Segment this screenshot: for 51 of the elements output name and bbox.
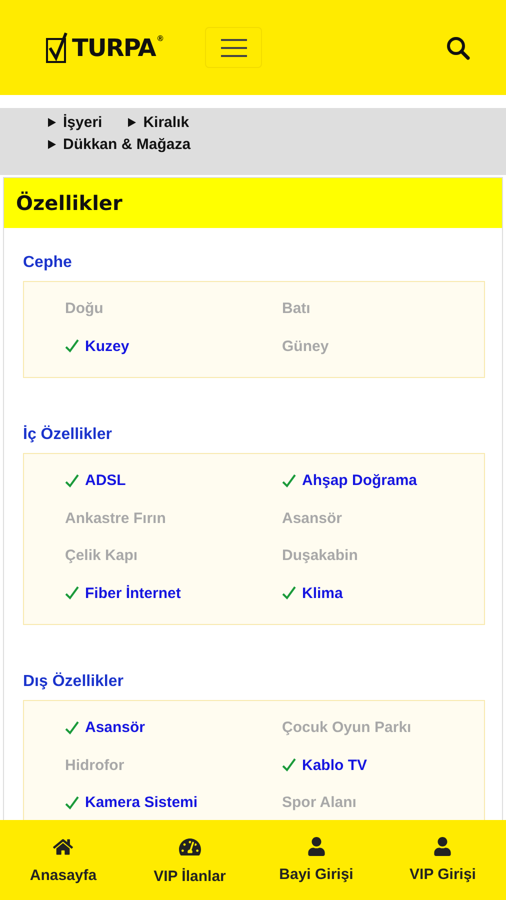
feature-item: Çocuk Oyun Parkı	[282, 718, 412, 738]
feature-item: Asansör	[65, 709, 282, 746]
breadcrumb-link[interactable]: Dükkan & Mağaza	[48, 136, 191, 153]
feature-item: Doğu	[65, 299, 104, 320]
nav-item[interactable]: Anasayfa	[0, 820, 126, 900]
feature-item: Asansör	[282, 508, 344, 529]
menu-button[interactable]	[205, 27, 262, 68]
check-icon	[65, 586, 79, 600]
nav-item[interactable]: VIP İlanlar	[126, 820, 253, 900]
section-title: Cephe	[23, 254, 73, 272]
menu-icon	[220, 38, 247, 58]
feature-item: Hidrofor	[65, 756, 126, 776]
logo-text: TURPA	[72, 34, 156, 62]
search-button[interactable]	[446, 36, 470, 60]
feature-item: Çelik Kapı	[65, 546, 139, 566]
home-icon	[53, 836, 74, 856]
checkbox-logo-icon	[46, 32, 70, 64]
feature-item: Duşakabin	[282, 546, 359, 566]
feature-item: ADSL	[65, 462, 282, 500]
feature-item: Güney	[282, 336, 330, 357]
feature-item: Kuzey	[65, 328, 282, 365]
feature-item: Kablo TV	[282, 746, 484, 784]
check-icon	[65, 339, 79, 354]
breadcrumb-link[interactable]: İşyeri	[48, 114, 102, 131]
check-icon	[282, 474, 296, 488]
feature-item: Spor Alanı	[282, 793, 358, 814]
check-icon	[65, 720, 79, 735]
triangle-icon	[48, 118, 56, 127]
search-icon	[446, 36, 470, 60]
card-title: Özellikler	[4, 178, 502, 228]
feature-item: Ahşap Doğrama	[282, 462, 484, 500]
feature-item: Batı	[282, 299, 312, 320]
check-icon	[65, 796, 79, 810]
gauge-icon	[178, 836, 201, 858]
check-icon	[282, 758, 296, 772]
breadcrumb-link[interactable]: Kiralık	[128, 114, 190, 131]
registered-mark: ®	[157, 34, 164, 42]
triangle-icon	[128, 118, 136, 127]
user-icon	[433, 837, 452, 856]
nav-item[interactable]: Bayi Girişi	[253, 820, 380, 900]
feature-item: Ankastre Fırın	[65, 508, 167, 529]
section-title: İç Özellikler	[23, 426, 113, 444]
check-icon	[65, 474, 79, 488]
user-icon	[306, 837, 326, 856]
nav-item[interactable]: VIP Girişi	[380, 820, 506, 900]
check-icon	[282, 586, 296, 600]
triangle-icon	[48, 140, 56, 149]
feature-item: Kamera Sistemi	[65, 784, 282, 820]
feature-item: Klima	[282, 574, 484, 612]
feature-item: Fiber İnternet	[65, 574, 282, 612]
section-title: Dış Özellikler	[23, 673, 124, 691]
